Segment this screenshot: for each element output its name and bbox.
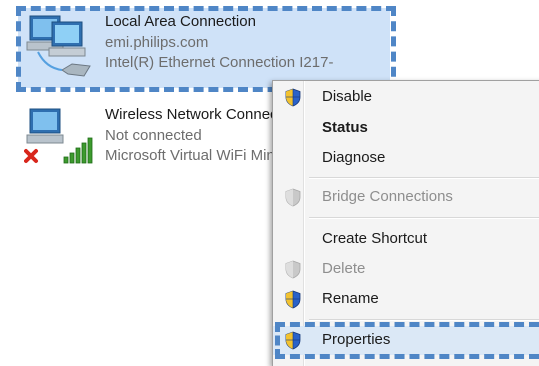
menu-label-delete: Delete [322,260,366,277]
menu-label-status: Status [322,119,368,136]
selection-highlight-properties [275,322,539,359]
wireless-adapter-icon [24,108,93,164]
menu-label-disable: Disable [322,88,373,105]
menu-item-diagnose[interactable]: Diagnose [273,144,539,173]
uac-shield-disabled-icon [285,260,301,279]
disconnected-x-icon [24,149,38,163]
signal-bars-icon [63,137,93,164]
menu-item-create-shortcut[interactable]: Create Shortcut [273,225,539,254]
menu-label-create-shortcut: Create Shortcut [322,230,428,247]
menu-item-rename[interactable]: Rename [273,285,539,314]
menu-item-disable[interactable]: Disable [273,83,539,112]
menu-label-rename: Rename [322,290,379,307]
menu-label-bridge-connections: Bridge Connections [322,188,453,205]
uac-shield-icon [285,290,301,309]
uac-shield-disabled-icon [285,188,301,207]
menu-item-delete: Delete [273,255,539,284]
uac-shield-icon [285,88,301,107]
menu-separator [309,177,539,179]
menu-separator [309,319,539,321]
menu-item-bridge-connections: Bridge Connections [273,183,539,212]
menu-item-status[interactable]: Status [273,114,539,143]
menu-separator [309,217,539,219]
menu-label-diagnose: Diagnose [322,149,386,166]
